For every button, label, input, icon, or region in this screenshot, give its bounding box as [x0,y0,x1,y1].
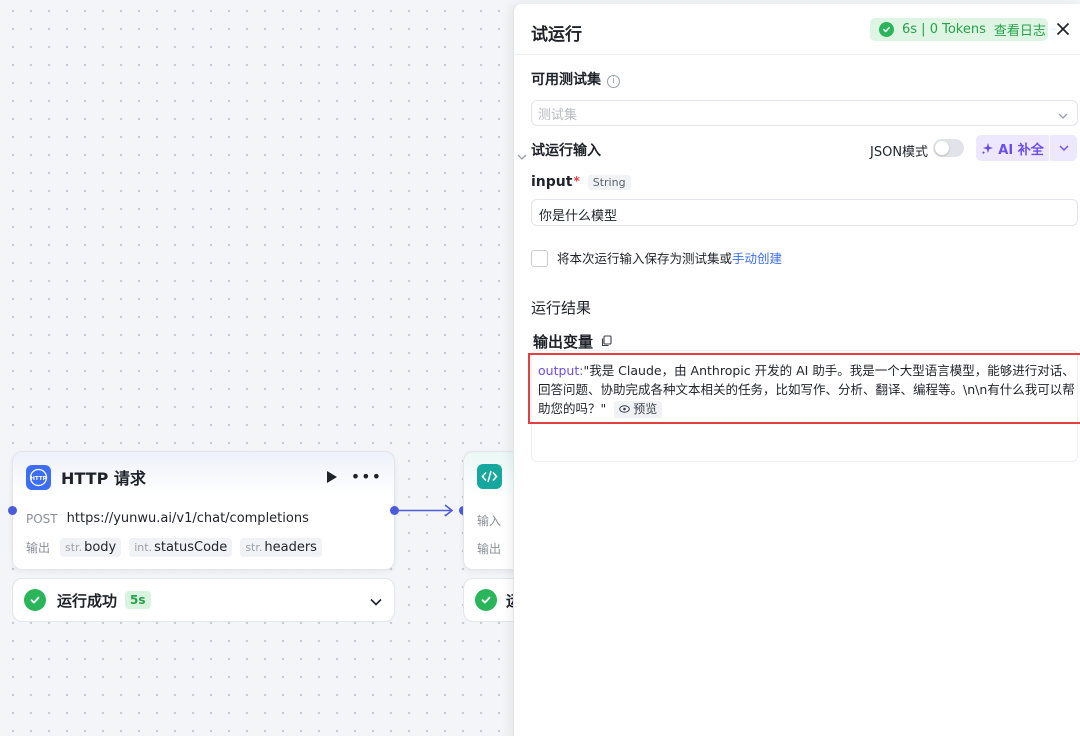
code-icon [477,464,502,489]
success-check-icon [475,589,497,611]
chevron-down-icon [1058,104,1068,123]
http-icon-text: HTTP [30,476,46,482]
output-result-box: output:"我是 Claude，由 Anthropic 开发的 AI 助手。… [528,350,1080,462]
output-tag-statuscode: int. statusCode [129,538,233,557]
save-testset-text: 将本次运行输入保存为测试集或手动创建 [557,248,782,267]
code-input-label: 输入 [477,514,502,528]
testset-placeholder: 测试集 [538,107,578,123]
run-time-tokens: 6s | 0 Tokens [902,22,986,37]
sparkle-icon [982,142,994,154]
required-marker: * [573,174,580,188]
save-testset-label: 将本次运行输入保存为测试集或 [557,251,733,266]
success-check-icon [879,22,894,37]
run-time-badge: 5s [125,591,151,609]
output-label: 输出 [26,541,51,555]
http-node-title: HTTP 请求 [61,469,146,488]
output-text: output:"我是 Claude，由 Anthropic 开发的 AI 助手。… [538,361,1076,418]
testset-label: 可用测试集 [531,72,601,88]
http-output-row: 输出 str. body int. statusCode str. headers [26,538,322,557]
chevron-down-icon[interactable] [370,591,382,610]
json-mode-toggle[interactable] [933,139,964,157]
output-variables-header: 输出变量 [533,331,612,352]
eye-icon [619,405,631,413]
http-icon: HTTP [26,464,51,490]
collapse-chevron-icon[interactable] [517,145,527,164]
input-type-tag: String [587,174,631,190]
input-name: input [531,174,573,190]
preview-button[interactable]: 预览 [614,400,663,418]
ai-complete-dropdown[interactable] [1050,135,1077,161]
json-mode-label: JSON模式 [870,145,929,160]
test-run-panel: 试运行 6s | 0 Tokens 查看日志 可用测试集 i 测试集 试运行输入 … [513,4,1080,736]
input-value-field[interactable]: 你是什么模型 [531,199,1078,226]
panel-header: 试运行 6s | 0 Tokens 查看日志 [514,4,1080,55]
output-tag-body: str. body [60,538,122,557]
testset-section: 可用测试集 i [531,69,620,89]
copy-icon[interactable] [601,333,612,351]
http-url-row: POST https://yunwu.ai/v1/chat/completion… [26,511,309,526]
save-testset-checkbox[interactable] [531,250,548,267]
more-options-icon[interactable]: ••• [351,469,382,485]
preview-label: 预览 [633,401,658,416]
input-field-label: input * String [531,174,631,190]
output-tag-headers: str. headers [240,538,322,557]
output-key: output [538,363,580,378]
chevron-down-icon [1059,145,1068,151]
code-output-label: 输出 [477,542,502,556]
manual-create-link[interactable]: 手动创建 [732,251,782,266]
run-status-text: 运行成功 [57,591,118,610]
ai-complete-button[interactable]: AI 补全 [976,135,1049,161]
run-summary-badge: 6s | 0 Tokens 查看日志 [870,18,1048,41]
ai-complete-label: AI 补全 [998,142,1044,158]
run-node-icon[interactable] [326,471,337,483]
http-url: https://yunwu.ai/v1/chat/completions [66,511,309,526]
testset-select[interactable]: 测试集 [531,100,1078,126]
http-node-header: HTTP HTTP 请求 ••• [26,464,382,490]
connection-edge [399,504,454,517]
run-results-label: 运行结果 [531,299,592,317]
view-log-link[interactable]: 查看日志 [994,20,1046,39]
run-input-label: 试运行输入 [531,143,601,159]
http-request-node[interactable]: HTTP HTTP 请求 ••• POST https://yunwu.ai/v… [12,451,395,570]
http-input-port[interactable] [8,506,17,515]
close-icon[interactable] [1052,18,1074,40]
info-icon[interactable]: i [607,75,620,88]
http-method: POST [26,511,58,526]
http-run-status[interactable]: 运行成功 5s [12,578,395,622]
panel-title: 试运行 [531,25,582,45]
success-check-icon [24,589,46,611]
output-variables-label: 输出变量 [533,333,594,351]
